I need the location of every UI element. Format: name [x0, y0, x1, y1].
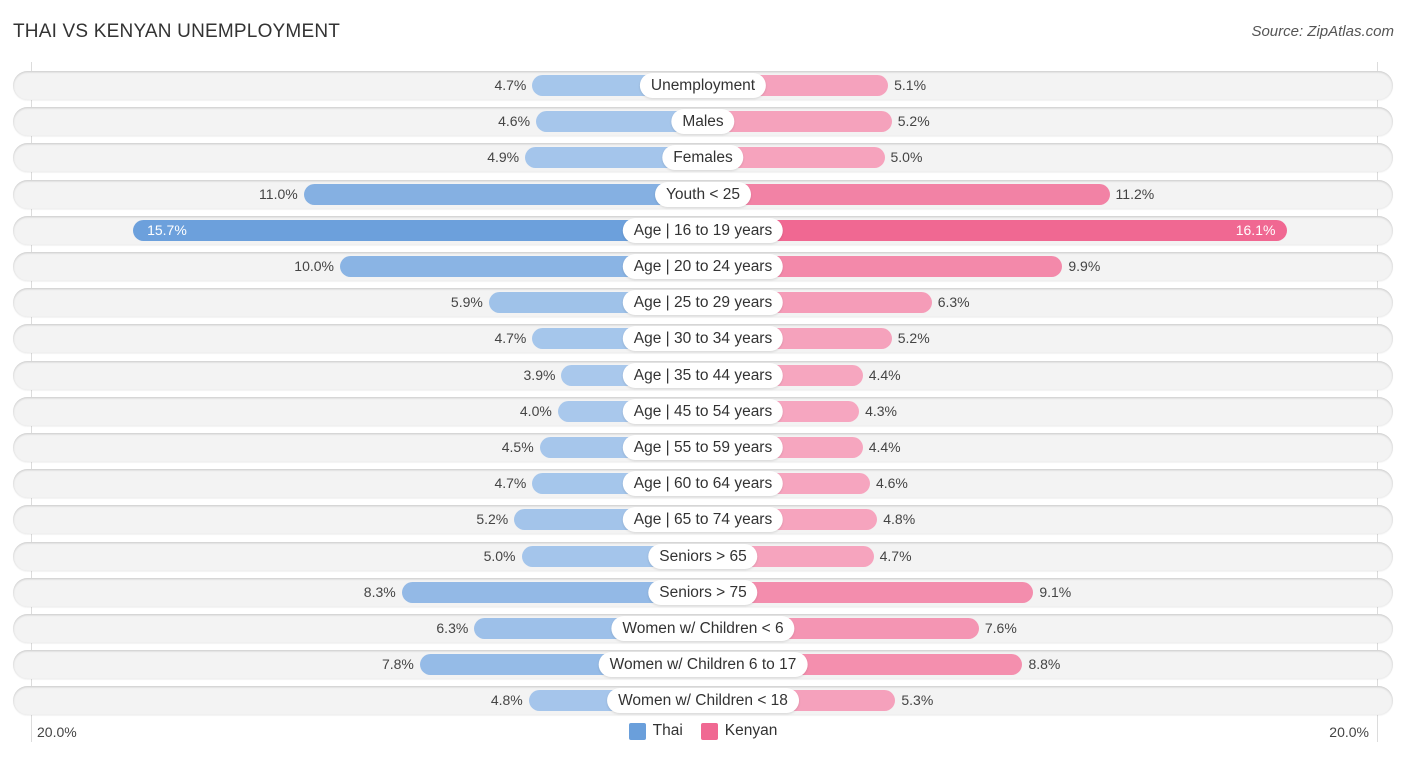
kenyan-value-label: 5.0% — [890, 149, 923, 166]
legend-label-thai: Thai — [652, 722, 683, 739]
kenyan-value-label: 6.3% — [937, 294, 970, 311]
thai-value-label: 3.9% — [523, 366, 556, 383]
thai-value-label: 10.0% — [294, 258, 334, 274]
legend: Thai Kenyan — [0, 722, 1406, 740]
thai-value-label: 4.5% — [501, 439, 534, 455]
kenyan-value-label: 5.2% — [897, 113, 930, 130]
kenyan-value-label: 4.7% — [879, 547, 912, 564]
category-label: Males — [671, 109, 735, 135]
thai-value-label: 11.0% — [259, 185, 298, 202]
thai-value-label: 4.7% — [494, 77, 527, 93]
thai-value-label: 4.7% — [494, 475, 527, 492]
thai-value-label: 15.7% — [147, 221, 187, 238]
thai-value-label: 5.0% — [483, 547, 516, 564]
kenyan-value-label: 5.3% — [901, 692, 934, 709]
category-label: Age | 65 to 74 years — [622, 507, 784, 533]
kenyan-value-label: 9.9% — [1068, 258, 1101, 274]
kenyan-value-label: 7.6% — [984, 620, 1017, 636]
thai-value-label: 6.3% — [436, 620, 469, 636]
category-label: Youth < 25 — [655, 181, 751, 207]
category-label: Age | 25 to 29 years — [622, 290, 784, 316]
kenyan-value-label: 8.8% — [1028, 656, 1061, 673]
legend-label-kenyan: Kenyan — [724, 722, 778, 739]
kenyan-value-label: 9.1% — [1039, 583, 1072, 600]
category-label: Age | 35 to 44 years — [622, 362, 784, 388]
category-label: Women w/ Children 6 to 17 — [598, 652, 808, 678]
kenyan-value-label: 4.4% — [868, 366, 901, 383]
category-label: Age | 16 to 19 years — [622, 217, 784, 243]
thai-value-label: 4.6% — [498, 113, 531, 130]
thai-value-label: 4.7% — [494, 330, 527, 347]
category-label: Age | 30 to 34 years — [622, 326, 784, 352]
category-label: Seniors > 65 — [648, 543, 758, 569]
kenyan-value-label: 4.3% — [865, 402, 897, 419]
thai-value-label: 5.2% — [476, 511, 509, 528]
category-label: Seniors > 75 — [648, 579, 758, 605]
kenyan-swatch — [700, 722, 718, 740]
category-label: Women w/ Children < 18 — [607, 688, 799, 714]
legend-item-kenyan[interactable]: Kenyan — [700, 722, 778, 740]
thai-value-label: 8.3% — [363, 583, 396, 600]
kenyan-value-label: 4.6% — [875, 475, 908, 492]
legend-item-thai[interactable]: Thai — [628, 722, 683, 740]
category-label: Age | 45 to 54 years — [622, 398, 784, 424]
kenyan-value-label: 16.1% — [1235, 221, 1276, 238]
source-label: Source: ZipAtlas.com — [1251, 23, 1394, 40]
thai-value-label: 4.0% — [519, 402, 552, 419]
kenyan-value-label: 5.1% — [894, 77, 927, 93]
kenyan-value-label: 5.2% — [897, 330, 930, 347]
thai-value-label: 7.8% — [381, 656, 414, 673]
category-label: Age | 55 to 59 years — [622, 435, 784, 460]
category-label: Age | 60 to 64 years — [622, 471, 784, 497]
kenyan-value-label: 11.2% — [1115, 185, 1155, 202]
category-label: Unemployment — [639, 73, 767, 98]
kenyan-value-label: 4.8% — [883, 511, 916, 528]
category-label: Females — [662, 145, 744, 171]
thai-value-label: 4.8% — [490, 692, 523, 709]
category-label: Women w/ Children < 6 — [611, 616, 795, 641]
thai-value-label: 4.9% — [487, 149, 520, 166]
kenyan-value-label: 4.4% — [868, 439, 901, 455]
category-label: Age | 20 to 24 years — [622, 254, 784, 279]
thai-value-label: 5.9% — [450, 294, 483, 311]
thai-swatch — [628, 722, 646, 740]
chart-title: THAI VS KENYAN UNEMPLOYMENT — [13, 21, 341, 42]
